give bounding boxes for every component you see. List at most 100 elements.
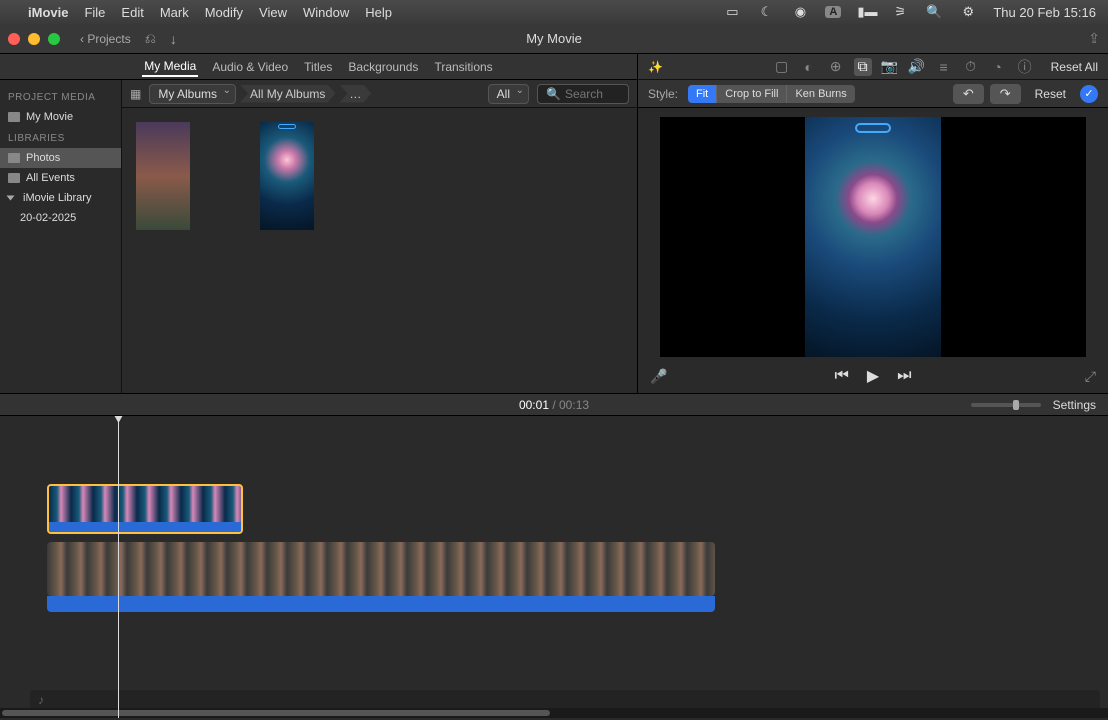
clip-thumb-2[interactable]	[260, 122, 314, 230]
crop-to-fill-button[interactable]: Crop to Fill	[717, 85, 787, 103]
import-icon[interactable]: ↓	[170, 31, 177, 47]
spotlight-icon[interactable]: 🔍	[925, 4, 943, 20]
clapperboard-icon	[8, 112, 20, 122]
timeline-settings-button[interactable]: Settings	[1053, 398, 1096, 412]
menu-help[interactable]: Help	[365, 5, 392, 20]
menu-view[interactable]: View	[259, 5, 287, 20]
screenrecord-icon[interactable]: ◉	[791, 4, 809, 20]
preview-canvas[interactable]	[660, 117, 1086, 357]
crop-options-bar: Style: Fit Crop to Fill Ken Burns ↶ ↷ Re…	[638, 80, 1108, 108]
disclosure-triangle-icon[interactable]	[7, 196, 15, 201]
voiceover-mic-icon[interactable]: 🎤	[650, 368, 667, 385]
list-grid-toggle-icon[interactable]: ▦	[130, 87, 141, 101]
timeline-layout-icon[interactable]: ⎌	[145, 30, 156, 47]
traffic-lights	[8, 33, 60, 45]
info-icon[interactable]: ⓘ	[1016, 58, 1034, 76]
app-menu[interactable]: iMovie	[28, 5, 68, 20]
back-to-projects-button[interactable]: ‹ Projects	[80, 32, 131, 46]
reset-all-button[interactable]: Reset All	[1051, 60, 1098, 74]
tab-audio-video[interactable]: Audio & Video	[210, 58, 290, 76]
breadcrumb-all-albums[interactable]: All My Albums	[240, 85, 335, 103]
minimize-window-button[interactable]	[28, 33, 40, 45]
breadcrumb-more[interactable]: …	[339, 85, 371, 103]
color-correction-icon[interactable]: ⊕	[827, 58, 845, 76]
rotate-ccw-button[interactable]: ↶	[953, 84, 984, 104]
timeline-header: 00:01 / 00:13 Settings	[0, 394, 1108, 416]
window-titlebar: ‹ Projects ⎌ ↓ My Movie ⇪	[0, 24, 1108, 54]
next-frame-button[interactable]: ⏭	[897, 367, 911, 385]
speed-icon[interactable]: ⏱	[962, 58, 980, 76]
star-icon	[8, 173, 20, 183]
scrollbar-thumb[interactable]	[2, 710, 550, 716]
filter-dropdown[interactable]: All	[488, 84, 529, 104]
window-title: My Movie	[526, 31, 582, 46]
library-sidebar: PROJECT MEDIA My Movie LIBRARIES Photos …	[0, 80, 122, 393]
tab-titles[interactable]: Titles	[302, 58, 334, 76]
share-button-icon[interactable]: ⇪	[1088, 30, 1100, 47]
sidebar-item-all-events[interactable]: All Events	[0, 168, 121, 188]
color-balance-icon[interactable]: ◐	[800, 58, 818, 76]
sidebar-item-event-date[interactable]: 20-02-2025	[0, 208, 121, 228]
dnd-icon[interactable]: ☾	[757, 4, 775, 20]
overlay-settings-icon[interactable]: ▢	[773, 58, 791, 76]
filter-icon[interactable]: ◔	[989, 58, 1007, 76]
crop-fit-button[interactable]: Fit	[688, 85, 717, 103]
prev-frame-button[interactable]: ⏮	[834, 367, 848, 385]
menu-mark[interactable]: Mark	[160, 5, 189, 20]
timeline-zoom-slider[interactable]	[971, 403, 1041, 407]
main-audio-track[interactable]	[47, 596, 715, 612]
project-media-heading: PROJECT MEDIA	[0, 86, 121, 107]
fullscreen-icon[interactable]: ⤢	[1085, 368, 1096, 385]
search-field[interactable]: 🔍	[537, 84, 629, 104]
crop-icon[interactable]: ⧉	[854, 58, 872, 76]
stabilization-icon[interactable]: 📷	[881, 58, 899, 76]
volume-icon[interactable]: 🔊	[908, 58, 926, 76]
playhead[interactable]	[118, 416, 119, 718]
magic-wand-icon[interactable]: ✨	[648, 60, 663, 74]
battery-icon[interactable]: ▮▬	[857, 4, 875, 20]
sidebar-item-label: My Movie	[26, 111, 73, 123]
keyboard-input-icon[interactable]: A	[825, 6, 841, 18]
tab-my-media[interactable]: My Media	[142, 57, 198, 77]
menu-file[interactable]: File	[84, 5, 105, 20]
sidebar-item-imovie-library[interactable]: iMovie Library	[0, 188, 121, 208]
sidebar-item-label: iMovie Library	[23, 192, 91, 204]
crop-reset-button[interactable]: Reset	[1035, 87, 1066, 101]
clip-browser: ▦ My Albums All My Albums … All 🔍	[122, 80, 637, 393]
browser-toolbar: ▦ My Albums All My Albums … All 🔍	[122, 80, 637, 108]
screenshare-icon[interactable]: ▭	[723, 4, 741, 20]
timeline-scrollbar[interactable]	[0, 708, 1108, 718]
time-display: 00:01 / 00:13	[519, 398, 589, 412]
preview-viewport	[638, 108, 1108, 359]
time-separator: /	[549, 398, 559, 412]
wifi-icon[interactable]: ⚞	[891, 4, 909, 20]
background-music-well[interactable]: ♪	[30, 690, 1100, 710]
menu-window[interactable]: Window	[303, 5, 349, 20]
zoom-slider-thumb[interactable]	[1013, 400, 1019, 410]
clip-thumb-1[interactable]	[136, 122, 190, 230]
tab-transitions[interactable]: Transitions	[432, 58, 494, 76]
sidebar-item-my-movie[interactable]: My Movie	[0, 107, 121, 127]
crop-apply-button[interactable]: ✓	[1080, 85, 1098, 103]
menu-edit[interactable]: Edit	[121, 5, 143, 20]
control-center-icon[interactable]: ⚙	[959, 4, 977, 20]
close-window-button[interactable]	[8, 33, 20, 45]
clips-grid[interactable]	[122, 108, 637, 393]
ken-burns-button[interactable]: Ken Burns	[787, 85, 854, 103]
main-video-clip[interactable]	[47, 542, 715, 596]
search-input[interactable]	[565, 87, 625, 101]
timeline-area[interactable]: ♪	[0, 416, 1108, 718]
tab-backgrounds[interactable]: Backgrounds	[346, 58, 420, 76]
overlay-audio-waveform	[49, 522, 241, 532]
overlay-clip[interactable]	[47, 484, 243, 534]
album-dropdown[interactable]: My Albums	[149, 84, 236, 104]
play-button[interactable]: ▶	[867, 366, 879, 386]
fullscreen-window-button[interactable]	[48, 33, 60, 45]
phone-notch-icon	[855, 123, 891, 133]
menu-modify[interactable]: Modify	[205, 5, 243, 20]
sidebar-item-photos[interactable]: Photos	[0, 148, 121, 168]
photos-icon	[8, 153, 20, 163]
rotate-cw-button[interactable]: ↷	[990, 84, 1021, 104]
noise-reduction-icon[interactable]: ≡	[935, 58, 953, 76]
menubar-datetime[interactable]: Thu 20 Feb 15:16	[993, 5, 1096, 20]
